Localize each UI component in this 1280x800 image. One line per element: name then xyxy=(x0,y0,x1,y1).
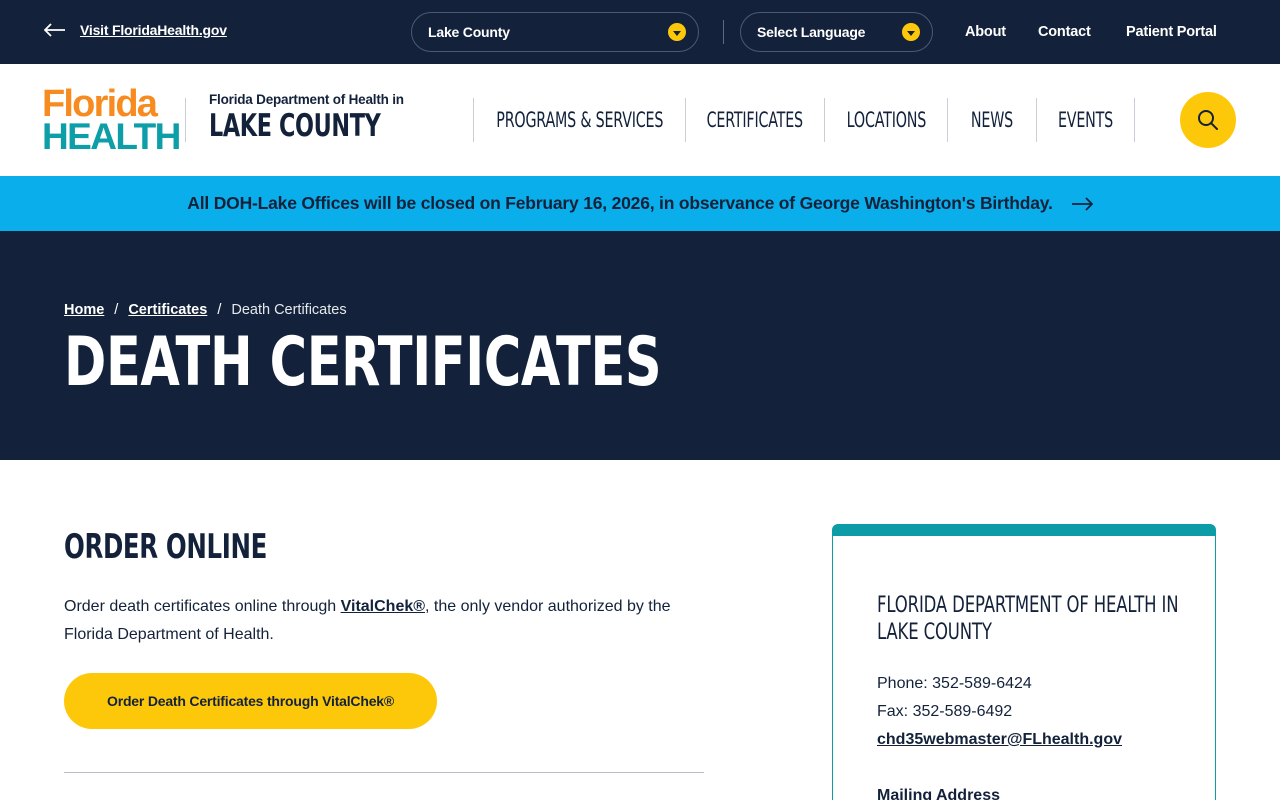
breadcrumb: Home / Certificates / Death Certificates xyxy=(64,302,347,318)
county-select[interactable]: Lake County xyxy=(411,12,699,52)
contact-email-link[interactable]: chd35webmaster@FLhealth.gov xyxy=(877,731,1122,748)
breadcrumb-separator: / xyxy=(217,302,222,318)
about-link[interactable]: About xyxy=(965,24,1006,40)
nav-label: NEWS xyxy=(970,108,1014,132)
search-icon xyxy=(1198,110,1218,130)
nav-label: LOCATIONS xyxy=(846,108,926,132)
county-select-value: Lake County xyxy=(428,24,510,40)
nav-news[interactable]: NEWS xyxy=(947,98,1036,142)
visit-floridahealth-label[interactable]: Visit FloridaHealth.gov xyxy=(80,22,227,38)
brand-divider xyxy=(185,98,186,142)
nav-label: PROGRAMS & SERVICES xyxy=(496,108,663,132)
search-button[interactable] xyxy=(1180,92,1236,148)
page-hero: Home / Certificates / Death Certificates… xyxy=(0,231,1280,460)
language-select[interactable]: Select Language xyxy=(740,12,933,52)
chevron-down-icon xyxy=(668,23,686,41)
florida-health-logo[interactable]: Florida HEALTH xyxy=(42,85,181,157)
order-vitalchek-button[interactable]: Order Death Certificates through VitalCh… xyxy=(64,673,437,729)
language-select-value: Select Language xyxy=(757,24,866,40)
alert-text: All DOH-Lake Offices will be closed on F… xyxy=(187,193,1053,213)
breadcrumb-current: Death Certificates xyxy=(231,302,347,318)
nav-label: CERTIFICATES xyxy=(706,108,804,132)
arrow-right-icon xyxy=(1071,196,1093,211)
county-brand[interactable]: Florida Department of Health in LAKE COU… xyxy=(209,92,447,143)
nav-label: EVENTS xyxy=(1057,108,1114,132)
site-header: Florida HEALTH Florida Department of Hea… xyxy=(0,64,1280,176)
chevron-down-icon xyxy=(902,23,920,41)
vitalchek-link[interactable]: VitalChek® xyxy=(341,598,425,615)
breadcrumb-certificates[interactable]: Certificates xyxy=(128,302,207,318)
county-name: LAKE COUNTY xyxy=(209,108,381,144)
alert-banner[interactable]: All DOH-Lake Offices will be closed on F… xyxy=(0,176,1280,231)
contact-link[interactable]: Contact xyxy=(1038,24,1091,40)
main-nav: PROGRAMS & SERVICES CERTIFICATES LOCATIO… xyxy=(473,98,1135,142)
mailing-address-heading: Mailing Address xyxy=(877,787,1000,800)
arrow-left-icon xyxy=(44,23,65,37)
text-fragment: Order death certificates online through xyxy=(64,598,341,615)
nav-certificates[interactable]: CERTIFICATES xyxy=(685,98,824,142)
breadcrumb-home[interactable]: Home xyxy=(64,302,104,318)
nav-programs-services[interactable]: PROGRAMS & SERVICES xyxy=(473,98,685,142)
section-divider xyxy=(64,772,704,773)
contact-phone: Phone: 352-589-6424 xyxy=(877,675,1032,692)
order-online-heading: ORDER ONLINE xyxy=(64,527,267,567)
breadcrumb-separator: / xyxy=(114,302,119,318)
visit-floridahealth-link[interactable]: Visit FloridaHealth.gov xyxy=(44,22,227,38)
contact-fax: Fax: 352-589-6492 xyxy=(877,703,1013,720)
utility-bar: Visit FloridaHealth.gov Lake County Sele… xyxy=(0,0,1280,64)
page-title: DEATH CERTIFICATES xyxy=(64,323,662,402)
utility-divider xyxy=(723,20,724,44)
contact-card: FLORIDA DEPARTMENT OF HEALTH IN LAKE COU… xyxy=(832,524,1216,800)
dept-label: Florida Department of Health in xyxy=(209,92,404,107)
nav-events[interactable]: EVENTS xyxy=(1036,98,1135,142)
patient-portal-link[interactable]: Patient Portal xyxy=(1126,24,1217,40)
logo-line-2: HEALTH xyxy=(42,116,181,157)
contact-card-title: FLORIDA DEPARTMENT OF HEALTH IN LAKE COU… xyxy=(877,593,1179,645)
nav-locations[interactable]: LOCATIONS xyxy=(824,98,947,142)
order-online-text: Order death certificates online through … xyxy=(64,593,714,649)
